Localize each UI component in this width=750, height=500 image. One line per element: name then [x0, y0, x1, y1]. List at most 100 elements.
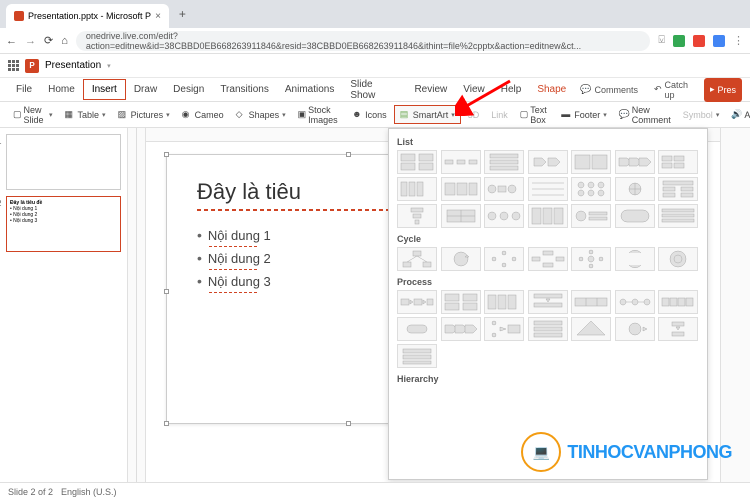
table-button[interactable]: ▦Table▾	[60, 106, 111, 123]
smartart-item[interactable]	[615, 247, 655, 271]
smartart-item[interactable]	[615, 177, 655, 201]
tab-insert[interactable]: Insert	[83, 79, 126, 100]
smartart-item[interactable]	[528, 177, 568, 201]
tab-home[interactable]: Home	[40, 80, 83, 99]
shapes-button[interactable]: ◇Shapes▾	[231, 106, 291, 123]
tab-title: Presentation.pptx - Microsoft P	[28, 11, 151, 21]
share-icon[interactable]: ⍌	[658, 34, 665, 47]
doc-title[interactable]: Presentation	[45, 60, 101, 71]
smartart-item[interactable]	[484, 317, 524, 341]
smartart-item[interactable]	[658, 204, 698, 228]
ribbon-toolbar: ▢New Slide▾ ▦Table▾ ▨Pictures▾ ◉Cameo ◇S…	[0, 102, 750, 128]
cameo-button[interactable]: ◉Cameo	[177, 106, 229, 123]
smartart-item[interactable]	[484, 150, 524, 174]
home-button[interactable]: ⌂	[61, 35, 68, 47]
pictures-icon: ▨	[118, 109, 129, 120]
smartart-item[interactable]	[658, 177, 698, 201]
footer-button[interactable]: ▬Footer▾	[556, 106, 612, 123]
resize-handle[interactable]	[164, 152, 169, 157]
tab-slideshow[interactable]: Slide Show	[342, 75, 406, 105]
tab-review[interactable]: Review	[406, 80, 455, 99]
close-tab-icon[interactable]: ×	[155, 11, 161, 22]
forward-button[interactable]: →	[25, 35, 36, 47]
tab-draw[interactable]: Draw	[126, 80, 165, 99]
smartart-item[interactable]	[615, 150, 655, 174]
smartart-item[interactable]	[441, 247, 481, 271]
comment-icon: 💬	[619, 109, 630, 120]
extension-icon-3[interactable]	[713, 35, 725, 47]
extension-icon-2[interactable]	[693, 35, 705, 47]
resize-handle[interactable]	[164, 421, 169, 426]
smartart-item[interactable]	[528, 247, 568, 271]
resize-handle[interactable]	[346, 152, 351, 157]
smartart-item[interactable]	[658, 150, 698, 174]
browser-menu-icon[interactable]: ⋮	[733, 34, 744, 47]
smartart-item[interactable]	[397, 344, 437, 368]
smartart-item[interactable]	[528, 204, 568, 228]
smartart-item[interactable]	[397, 247, 437, 271]
smartart-item[interactable]	[484, 177, 524, 201]
thumbnail-slide-2[interactable]: 2 Đây là tiêu đề • Nội dung 1 • Nội dung…	[6, 196, 121, 252]
smartart-item[interactable]	[484, 204, 524, 228]
smartart-item[interactable]	[571, 247, 611, 271]
smartart-item[interactable]	[658, 247, 698, 271]
smartart-item[interactable]	[528, 317, 568, 341]
smartart-item[interactable]	[441, 204, 481, 228]
new-comment-button[interactable]: 💬New Comment	[614, 102, 676, 128]
textbox-icon: ▢	[520, 109, 529, 120]
icons-button[interactable]: ☻Icons	[347, 106, 392, 123]
smartart-item[interactable]	[397, 177, 437, 201]
smartart-item[interactable]	[528, 150, 568, 174]
present-button[interactable]: ▸ Pres	[704, 78, 742, 102]
new-tab-button[interactable]: +	[173, 7, 192, 21]
smartart-item[interactable]	[397, 317, 437, 341]
smartart-item[interactable]	[397, 204, 437, 228]
chevron-down-icon[interactable]: ▾	[107, 62, 111, 70]
smartart-item[interactable]	[615, 204, 655, 228]
tab-transitions[interactable]: Transitions	[212, 80, 277, 99]
powerpoint-icon: P	[25, 59, 39, 73]
textbox-button[interactable]: ▢Text Box	[515, 102, 555, 128]
reload-button[interactable]: ⟳	[44, 34, 53, 47]
smartart-item[interactable]	[528, 290, 568, 314]
smartart-item[interactable]	[571, 317, 611, 341]
tab-animations[interactable]: Animations	[277, 80, 342, 99]
extension-icon-1[interactable]	[673, 35, 685, 47]
smartart-item[interactable]	[397, 290, 437, 314]
url-input[interactable]: onedrive.live.com/edit?action=editnew&id…	[76, 31, 651, 51]
stock-images-button[interactable]: ▣Stock Images	[293, 102, 346, 128]
smartart-item[interactable]	[658, 317, 698, 341]
smartart-item[interactable]	[441, 317, 481, 341]
tab-shape[interactable]: Shape	[529, 80, 574, 99]
smartart-item[interactable]	[484, 247, 524, 271]
resize-handle[interactable]	[164, 289, 169, 294]
smartart-item[interactable]	[441, 290, 481, 314]
smartart-item[interactable]	[484, 290, 524, 314]
smartart-item[interactable]	[571, 150, 611, 174]
smartart-button[interactable]: ▤SmartArt▾	[394, 105, 461, 124]
smartart-item[interactable]	[571, 177, 611, 201]
app-launcher-icon[interactable]	[8, 60, 19, 71]
smartart-item[interactable]	[658, 290, 698, 314]
comments-button[interactable]: 💬 Comments	[574, 78, 644, 102]
status-bar: Slide 2 of 2 English (U.S.)	[0, 482, 750, 500]
new-slide-button[interactable]: ▢New Slide▾	[8, 102, 58, 128]
audio-button[interactable]: 🔊Audio	[726, 106, 750, 123]
pictures-button[interactable]: ▨Pictures▾	[113, 106, 175, 123]
symbol-button: Symbol▾	[678, 107, 725, 123]
tab-design[interactable]: Design	[165, 80, 212, 99]
smartart-item[interactable]	[441, 177, 481, 201]
smartart-item[interactable]	[571, 204, 611, 228]
catchup-button[interactable]: ↶ Catch up	[648, 78, 700, 102]
language-indicator[interactable]: English (U.S.)	[61, 487, 117, 497]
smartart-item[interactable]	[615, 317, 655, 341]
thumbnail-slide-1[interactable]: 1	[6, 134, 121, 190]
smartart-item[interactable]	[397, 150, 437, 174]
browser-tab[interactable]: Presentation.pptx - Microsoft P ×	[6, 4, 169, 28]
smartart-item[interactable]	[615, 290, 655, 314]
resize-handle[interactable]	[346, 421, 351, 426]
smartart-item[interactable]	[571, 290, 611, 314]
smartart-item[interactable]	[441, 150, 481, 174]
tab-file[interactable]: File	[8, 80, 40, 99]
back-button[interactable]: ←	[6, 35, 17, 47]
